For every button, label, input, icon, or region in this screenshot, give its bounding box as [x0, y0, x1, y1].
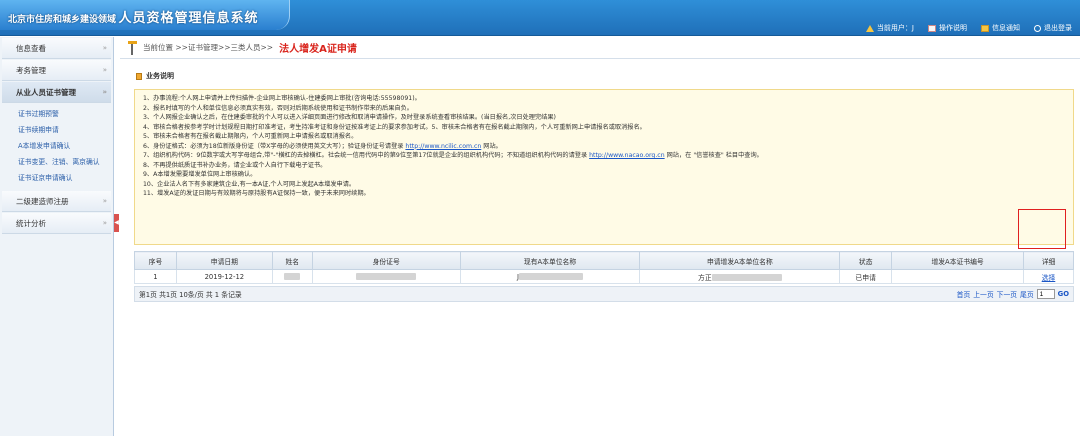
sidebar-sublist: 证书过期预警 证书续期申请 A本增发申请确认 证书变更、注销、离京确认 证书证京…: [0, 104, 113, 190]
page-title: 法人增发A证申请: [279, 44, 357, 55]
notice-line: 11、增发A证的发证日期与有效期将与原持股有A证保持一致，便于未来同时续期。: [143, 190, 370, 197]
pin-icon: [128, 40, 137, 55]
sidebar-subitem[interactable]: 证书过期预警: [0, 106, 113, 122]
go-button[interactable]: GO: [1058, 290, 1069, 298]
sidebar-item-stats[interactable]: 统计分析»: [2, 213, 111, 234]
detail-link[interactable]: 选择: [1042, 274, 1056, 282]
notice-line: 6、身份证格式：必须为18位新版身份证（带X字母的必须使用英文大写）；验证身份证…: [143, 142, 502, 150]
redacted-block: [284, 273, 301, 280]
redacted-block: [356, 273, 417, 280]
notice-line: 2、报名时填写的个人和单位信息必须真实有效，否则对后期系统使用和证书制作带来的后…: [143, 104, 413, 112]
col-no: 序号: [134, 251, 177, 270]
manual-icon: [928, 24, 936, 32]
first-page-link[interactable]: 首页: [957, 289, 971, 299]
last-page-link[interactable]: 尾页: [1020, 289, 1034, 299]
notice-line: 4、审核合格者按参考学时计划规程日期打印准考证，考生持准考证和身份证按准考证上的…: [143, 123, 646, 131]
chevron-right-icon: »: [102, 219, 107, 227]
sidebar-collapse-toggle[interactable]: ◀: [114, 214, 119, 232]
cell-new-unit: 方正: [639, 269, 841, 284]
logo-title: 人员资格管理信息系统: [118, 11, 259, 26]
sidebar-subitem[interactable]: 证书续期申请: [0, 122, 113, 138]
notice-link[interactable]: 信息通知: [981, 23, 1020, 33]
nacao-link[interactable]: http://www.nacao.org.cn: [589, 152, 665, 159]
power-icon: [1034, 24, 1041, 32]
chevron-right-icon: »: [102, 197, 107, 205]
chevron-down-icon: »: [102, 88, 107, 96]
cell-name: [271, 269, 313, 284]
sidebar-item-constructor[interactable]: 二级建造师注册»: [2, 191, 111, 212]
pagination: 第1页 共1页 10条/页 共 1 条记录 首页 上一页 下一页 尾页 GO: [134, 286, 1074, 302]
notice-line: 5、审核未合格者有在报名截止期限内，个人可重新网上申请报名或取消报名。: [143, 133, 358, 140]
col-name: 姓名: [271, 251, 313, 270]
prev-page-link[interactable]: 上一页: [973, 289, 993, 299]
table-header-row: 序号 申请日期 姓名 身份证号 现有A本单位名称 申请增发A本单位名称 状态 增…: [134, 251, 1075, 270]
logo-subtitle: 北京市住房和城乡建设领域: [8, 15, 117, 25]
notice-line: 8、不再提供纸质证书补办业务，请企业或个人自行下载电子证书。: [143, 161, 327, 169]
notice-line: 1、办事流程:个人网上申请并上传扫描件-企业网上审核确认-住建委网上审批(咨询电…: [143, 95, 421, 102]
current-user: 当前用户：J: [865, 23, 914, 33]
sidebar-item-exam[interactable]: 考务管理»: [2, 60, 111, 81]
table-row: 1 2019-12-12 J 方正 已申请 选择: [134, 269, 1075, 284]
cell-id: [311, 269, 461, 284]
application-table: 序号 申请日期 姓名 身份证号 现有A本单位名称 申请增发A本单位名称 状态 增…: [134, 251, 1075, 284]
notice-box: 1、办事流程:个人网上申请并上传扫描件-企业网上审核确认-住建委网上审批(咨询电…: [134, 89, 1074, 245]
chevron-right-icon: »: [102, 66, 107, 74]
cell-no: 1: [134, 269, 177, 284]
breadcrumb: 当前位置 >>证书管理>>三类人员>> 法人增发A证申请: [120, 37, 1080, 59]
sidebar-subitem[interactable]: 证书证京申请确认: [0, 170, 113, 186]
col-cert-no: 增发A本证书编号: [891, 251, 1024, 270]
next-page-link[interactable]: 下一页: [997, 289, 1017, 299]
col-current-unit: 现有A本单位名称: [459, 251, 641, 270]
cell-date: 2019-12-12: [175, 269, 273, 284]
col-detail: 详细: [1022, 251, 1075, 270]
sidebar: 信息查看» 考务管理» 从业人员证书管理» 证书过期预警 证书续期申请 A本增发…: [0, 37, 114, 436]
redacted-block: [711, 274, 782, 281]
notice-line: 9、A本增发需要增发单位网上审核确认。: [143, 171, 257, 178]
sidebar-item-cert[interactable]: 从业人员证书管理»: [2, 82, 111, 103]
document-icon: [136, 72, 142, 80]
main-content: 当前位置 >>证书管理>>三类人员>> 法人增发A证申请 业务说明 1、办事流程…: [120, 37, 1080, 436]
top-links: 当前用户：J 操作说明 信息通知 退出登录: [865, 21, 1072, 35]
page-number-input[interactable]: [1036, 289, 1055, 299]
section-heading: 业务说明: [136, 69, 1080, 83]
manual-link[interactable]: 操作说明: [928, 23, 967, 33]
col-new-unit: 申请增发A本单位名称: [639, 251, 841, 270]
notice-line: 7、组织机构代码：9位数字或大写字母组合,带"-"横杠的去掉横杠。社会统一信用代…: [143, 152, 763, 159]
cell-cert-no: [891, 269, 1024, 284]
col-id: 身份证号: [311, 251, 461, 270]
pagination-summary: 第1页 共1页 10条/页 共 1 条记录: [139, 291, 242, 299]
notice-line: 3、个人网报企业确认之后，在住建委审批的个人可以进入详细页面进行修改和取消申请操…: [143, 114, 556, 121]
cell-detail: 选择: [1022, 269, 1075, 284]
col-date: 申请日期: [175, 251, 273, 270]
logout-link[interactable]: 退出登录: [1034, 23, 1072, 33]
cell-status: 已申请: [839, 269, 893, 284]
pagination-controls: 首页 上一页 下一页 尾页 GO: [957, 289, 1069, 299]
redacted-block: [519, 273, 584, 280]
warning-icon: [865, 24, 874, 32]
col-status: 状态: [839, 251, 893, 270]
cell-current-unit: J: [459, 269, 641, 284]
breadcrumb-path: 当前位置 >>证书管理>>三类人员>>: [143, 43, 274, 52]
sidebar-item-info[interactable]: 信息查看»: [2, 38, 111, 59]
chevron-right-icon: »: [102, 44, 107, 52]
app-header: 北京市住房和城乡建设领域 人员资格管理信息系统 当前用户：J 操作说明 信息通知…: [0, 0, 1080, 36]
sidebar-subitem[interactable]: A本增发申请确认: [0, 138, 113, 154]
logo: 北京市住房和城乡建设领域 人员资格管理信息系统: [0, 0, 290, 30]
sidebar-subitem[interactable]: 证书变更、注销、离京确认: [0, 154, 113, 170]
notice-line: 10、企业法人名下有多家建筑企业,有一本A证,个人可网上发起A本增发申请。: [143, 180, 356, 188]
mail-icon: [981, 24, 989, 32]
ncilic-link[interactable]: http://www.ncilic.com.cn: [405, 143, 481, 150]
